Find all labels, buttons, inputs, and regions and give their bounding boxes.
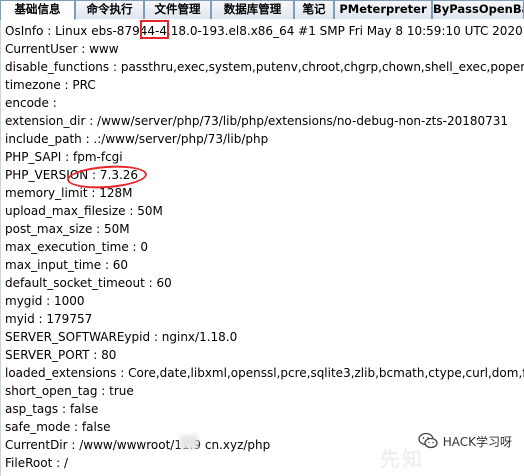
info-line-asp-tags: asp_tags : false xyxy=(5,402,99,416)
info-line-default-socket-timeout: default_socket_timeout : 60 xyxy=(5,276,172,290)
info-line-short-open-tag: short_open_tag : true xyxy=(5,384,134,398)
info-line-file-root: FileRoot : / xyxy=(5,456,68,470)
info-line-osinfo: OsInfo : Linux ebs-87944-4.18.0-193.el8.… xyxy=(5,24,524,38)
info-line-current-user: CurrentUser : www xyxy=(5,42,119,56)
info-line-extension-dir: extension_dir : /www/server/php/73/lib/p… xyxy=(5,114,509,128)
info-line-server-software: SERVER_SOFTWAREypid : nginx/1.18.0 xyxy=(5,330,238,344)
info-line-myid: myid : 179757 xyxy=(5,312,93,326)
info-line-php-sapi: PHP_SAPI : fpm-fcgi xyxy=(5,150,123,164)
info-line-max-input-time: max_input_time : 60 xyxy=(5,258,129,272)
tab-pmeterpreter[interactable]: PMeterpreter xyxy=(334,0,432,19)
watermark-text: HACK学习呀 xyxy=(442,434,512,449)
info-line-timezone: timezone : PRC xyxy=(5,78,96,92)
tab-command-exec[interactable]: 命令执行 xyxy=(75,0,144,19)
redacted-domain xyxy=(180,435,198,449)
info-line-mygid: mygid : 1000 xyxy=(5,294,85,308)
info-panel: OsInfo : Linux ebs-87944-4.18.0-193.el8.… xyxy=(0,20,524,476)
info-line-max-execution-time: max_execution_time : 0 xyxy=(5,240,149,254)
tab-file-manager[interactable]: 文件管理 xyxy=(144,0,211,19)
tab-database-manager[interactable]: 数据库管理 xyxy=(211,0,294,19)
watermark: HACK学习呀 xyxy=(418,428,512,454)
info-line-encode: encode : xyxy=(5,96,57,110)
info-line-current-dir: CurrentDir : /www/wwwroot/11.9 cn.xyz/ph… xyxy=(5,438,271,452)
info-line-upload-max-filesize: upload_max_filesize : 50M xyxy=(5,204,163,218)
info-line-disable-functions: disable_functions : passthru,exec,system… xyxy=(5,60,524,74)
info-line-loaded-extensions: loaded_extensions : Core,date,libxml,ope… xyxy=(5,366,524,380)
kernel-version-highlight xyxy=(140,20,169,39)
wechat-icon xyxy=(418,432,438,449)
info-line-server-port: SERVER_PORT : 80 xyxy=(5,348,117,362)
tab-bar: 基础信息 命令执行 文件管理 数据库管理 笔记 PMeterpreter ByP… xyxy=(0,0,524,20)
info-line-post-max-size: post_max_size : 50M xyxy=(5,222,130,236)
tab-bypass-openbasedir[interactable]: ByPassOpenBa xyxy=(432,0,524,19)
info-line-include-path: include_path : .:/www/server/php/73/lib/… xyxy=(5,132,269,146)
tab-basic-info[interactable]: 基础信息 xyxy=(0,0,75,20)
tab-notes[interactable]: 笔记 xyxy=(294,0,334,19)
info-line-safe-mode: safe_mode : false xyxy=(5,420,111,434)
